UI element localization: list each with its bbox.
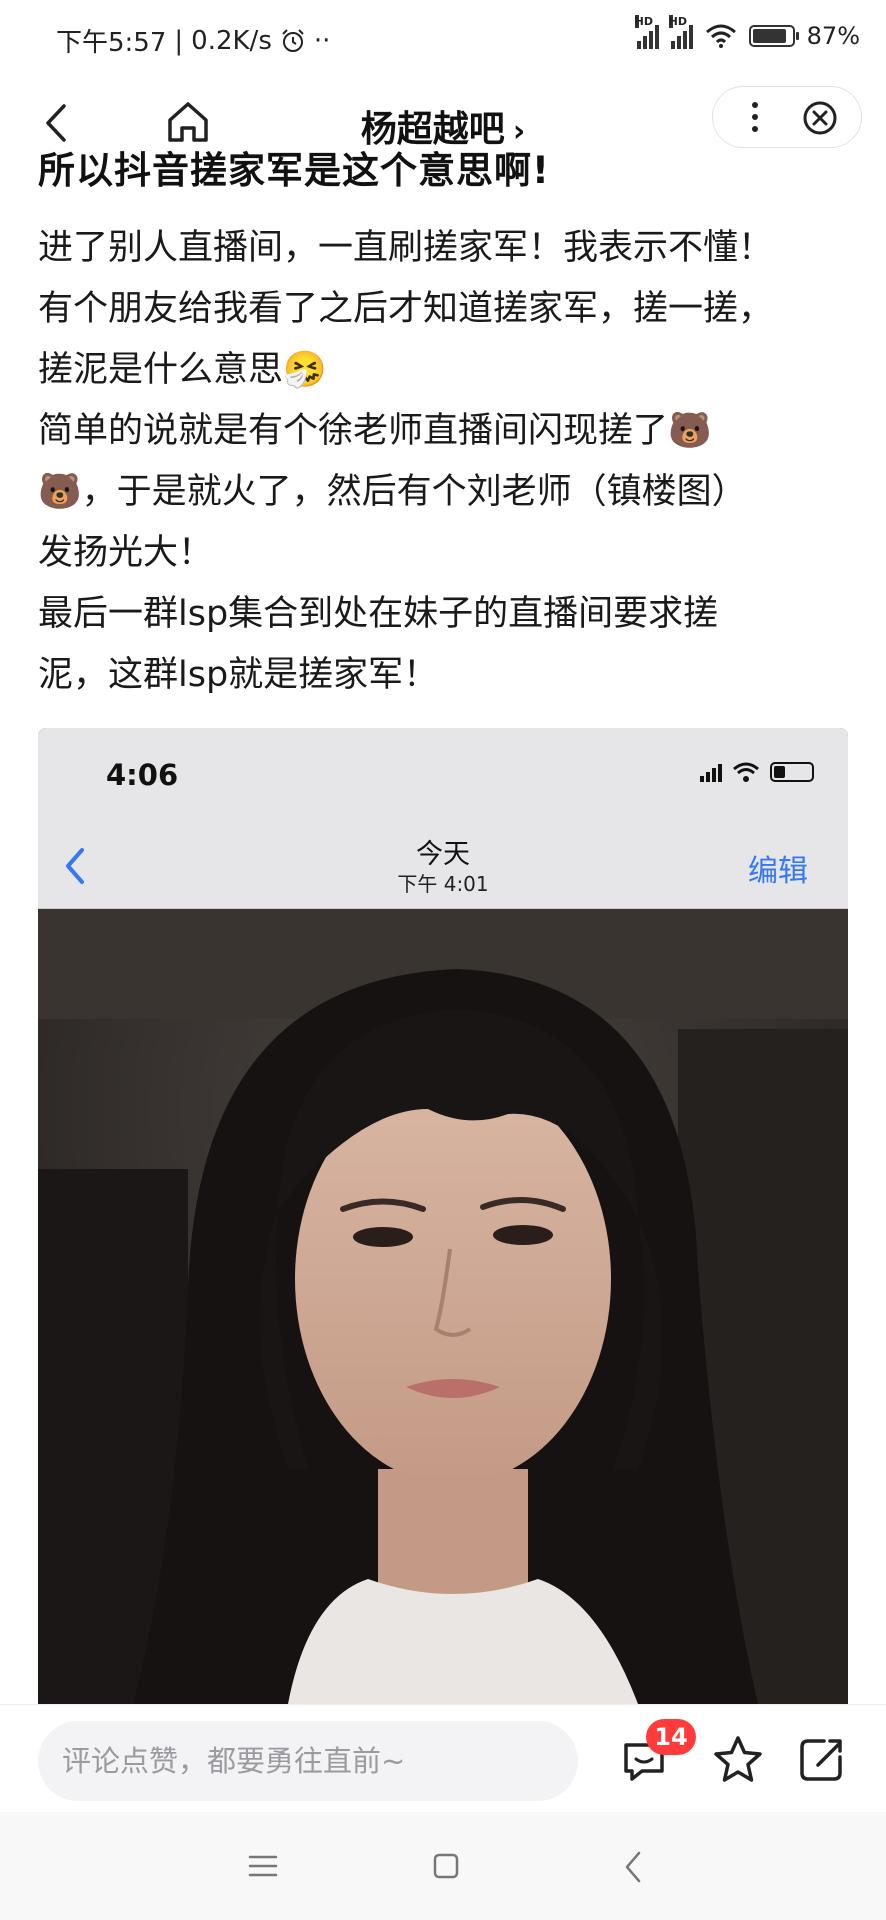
status-time: 下午5:57 <box>56 28 167 58</box>
embedded-status-bar: 4:06 <box>38 728 848 824</box>
embedded-title: 今天 <box>416 839 470 870</box>
embedded-time: 4:06 <box>106 758 179 792</box>
status-more-indicator: ·· <box>313 25 331 56</box>
star-icon[interactable] <box>710 1733 766 1787</box>
menu-icon[interactable] <box>248 1854 278 1878</box>
post-paragraph: 泥，这群lsp就是搓家军！ <box>38 655 439 695</box>
hd-label: HD <box>634 15 653 28</box>
embedded-wifi-icon <box>733 762 759 782</box>
comment-bar: 评论点赞，都要勇往直前~ 14 <box>0 1704 886 1813</box>
post-paragraph: 搓泥是什么意思🤧 <box>38 350 327 390</box>
hd-label-2: HD <box>668 15 687 28</box>
signal-icon: HD <box>634 15 659 49</box>
post-paragraph: 🐻，于是就火了，然后有个刘老师（镇楼图） <box>38 472 747 512</box>
embedded-battery-icon <box>770 762 814 782</box>
signal-icon-2: HD <box>668 15 693 49</box>
embedded-edit-label: 编辑 <box>748 854 808 889</box>
more-dots-icon[interactable] <box>735 97 775 137</box>
embedded-subtitle: 下午 4:01 <box>397 872 489 896</box>
alarm-icon <box>282 28 304 52</box>
status-divider: | <box>174 25 184 56</box>
battery-percent: 87% <box>806 22 860 50</box>
post-paragraph: 最后一群lsp集合到处在妹子的直播间要求搓 <box>38 594 719 634</box>
mini-app-capsule <box>712 86 862 148</box>
back-chevron-icon[interactable] <box>622 1850 644 1884</box>
post-paragraph: 简单的说就是有个徐老师直播间闪现搓了🐻 <box>38 411 712 451</box>
comment-input[interactable]: 评论点赞，都要勇往直前~ <box>38 1721 578 1801</box>
embedded-nav-bar: 今天 下午 4:01 编辑 <box>38 824 848 909</box>
post-body: 进了别人直播间，一直刷搓家军！我表示不懂！ 有个朋友给我看了之后才知道搓家军，搓… <box>38 218 848 706</box>
selfie-photo <box>38 909 848 1704</box>
share-icon[interactable] <box>794 1733 848 1787</box>
system-nav-bar <box>0 1812 886 1920</box>
battery-icon <box>748 25 799 47</box>
post-image[interactable]: 4:06 今天 下午 4:01 编辑 <box>38 728 848 1704</box>
post-paragraph: 进了别人直播间，一直刷搓家军！我表示不懂！ <box>38 228 774 268</box>
post-title: 所以抖音搓家军是这个意思啊! <box>38 149 550 192</box>
comment-count-badge: 14 <box>646 1719 696 1755</box>
status-bar: 下午5:57 | 0.2K/s ·· HD HD 87% <box>0 0 886 80</box>
close-circle-icon[interactable] <box>801 99 839 137</box>
embedded-signal-icon <box>700 762 722 782</box>
post-paragraph: 有个朋友给我看了之后才知道搓家军，搓一搓， <box>38 289 774 329</box>
wifi-icon <box>705 24 736 48</box>
home-square-icon[interactable] <box>432 1852 460 1880</box>
post-paragraph: 发扬光大！ <box>38 533 214 573</box>
network-speed: 0.2K/s <box>191 25 272 56</box>
